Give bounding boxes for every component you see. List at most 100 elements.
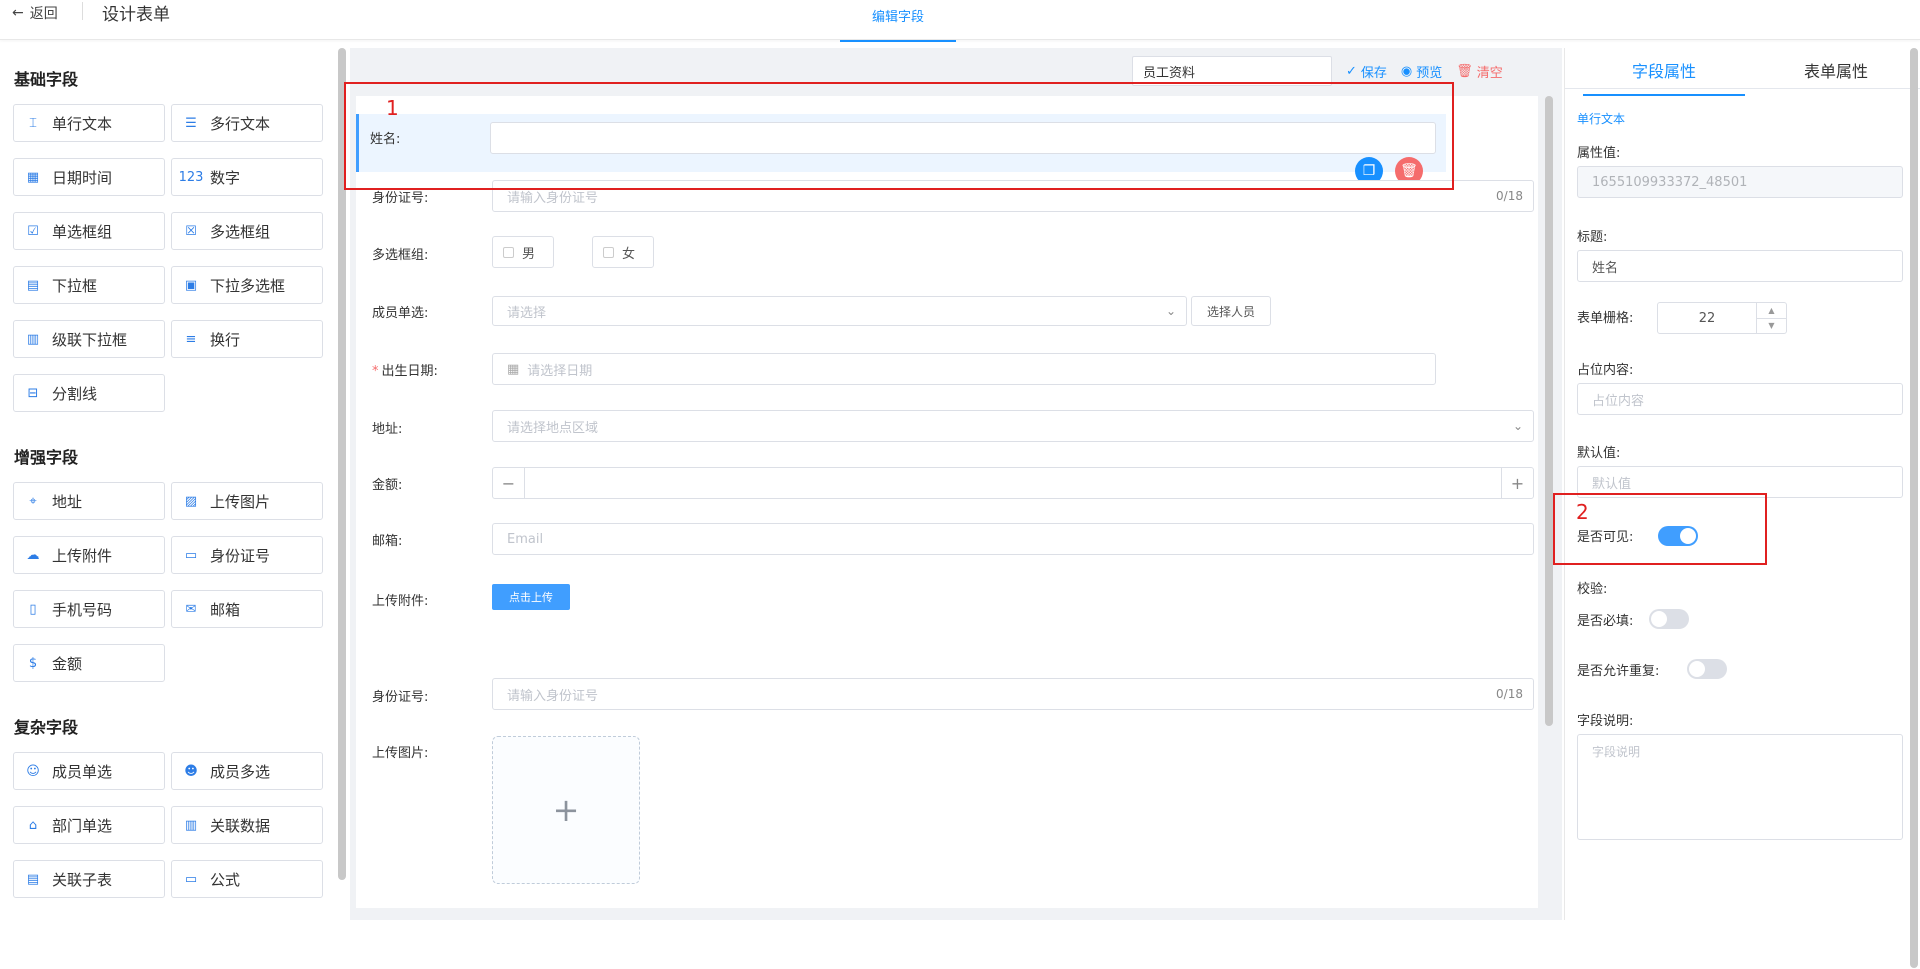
palette-item-label: 身份证号 xyxy=(210,546,271,565)
palette-item-upload-cloud[interactable]: ☁ 上传附件 xyxy=(13,536,165,574)
palette-item-label: 单选框组 xyxy=(52,222,113,241)
phone-icon: ▯ xyxy=(29,601,37,617)
palette-item-label: 数字 xyxy=(210,168,241,187)
address-select[interactable]: 请选择地点区域 ⌄ xyxy=(492,410,1534,442)
id-char-count: 0/18 xyxy=(1496,189,1523,203)
back-button[interactable]: ← 返回 xyxy=(12,3,58,23)
tab-form-properties[interactable]: 表单属性 xyxy=(1755,56,1917,96)
basic-fields-title: 基础字段 xyxy=(14,70,79,89)
grid-label: 表单栅格: xyxy=(1577,311,1634,326)
placeholder-input[interactable]: 占位内容 xyxy=(1577,383,1903,415)
canvas-scrollbar[interactable] xyxy=(1545,96,1553,726)
checkbox-male[interactable]: 男 xyxy=(492,236,554,268)
palette-item-checkbox[interactable]: ☑ 单选框组 xyxy=(13,212,165,250)
palette-item-dropdown-multi[interactable]: ▣ 下拉多选框 xyxy=(171,266,323,304)
minus-button[interactable]: − xyxy=(493,468,525,498)
description-textarea[interactable]: 字段说明 xyxy=(1577,734,1903,840)
grid-value: 22 xyxy=(1698,310,1716,326)
plus-icon: + xyxy=(552,791,580,829)
member-select[interactable]: 请选择 ⌄ xyxy=(492,296,1187,326)
chevron-down-icon: ⌄ xyxy=(1512,419,1523,433)
amount-stepper[interactable]: − + xyxy=(492,467,1534,499)
palette-item-formula[interactable]: ▭ 公式 xyxy=(171,860,323,898)
checkbox-female[interactable]: 女 xyxy=(592,236,654,268)
palette-item-divider[interactable]: ⊟ 分割线 xyxy=(13,374,165,412)
palette-item-label: 公式 xyxy=(210,870,241,889)
palette-item-multi-checkbox[interactable]: ☒ 多选框组 xyxy=(171,212,323,250)
preview-button[interactable]: ◉ 预览 xyxy=(1401,62,1442,81)
required-toggle[interactable] xyxy=(1649,609,1689,629)
image-upload-box[interactable]: + xyxy=(492,736,640,884)
chevron-up-icon[interactable]: ▲ xyxy=(1757,303,1786,319)
palette-item-label: 换行 xyxy=(210,330,241,349)
chevron-down-icon[interactable]: ▼ xyxy=(1757,319,1786,334)
chevron-down-icon: ⌄ xyxy=(1165,304,1176,318)
palette-item-user[interactable]: ☺ 成员单选 xyxy=(13,752,165,790)
check-icon: ✓ xyxy=(1346,63,1357,79)
tab-field-properties[interactable]: 字段属性 xyxy=(1583,56,1745,96)
palette-item-mail[interactable]: ✉ 邮箱 xyxy=(171,590,323,628)
palette-item-label: 成员多选 xyxy=(210,762,271,781)
user-icon: ☺ xyxy=(26,763,40,779)
save-button[interactable]: ✓ 保存 xyxy=(1346,62,1387,81)
palette-item-sub-table[interactable]: ▤ 关联子表 xyxy=(13,860,165,898)
attr-value-input[interactable]: 1655109933372_48501 xyxy=(1577,166,1903,198)
grid-stepper[interactable]: 22 ▲ ▼ xyxy=(1657,302,1787,334)
text-input-icon: ⌶ xyxy=(29,115,37,131)
palette-item-id-card[interactable]: ▭ 身份证号 xyxy=(171,536,323,574)
description-label: 字段说明: xyxy=(1577,714,1634,729)
validate-label: 校验: xyxy=(1577,582,1608,597)
palette-item-text-input[interactable]: ⌶ 单行文本 xyxy=(13,104,165,142)
palette-item-users[interactable]: ☻ 成员多选 xyxy=(171,752,323,790)
annotation-number-2: 2 xyxy=(1576,500,1589,524)
number-icon: 123 xyxy=(178,169,204,185)
palette-item-label: 金额 xyxy=(52,654,83,673)
palette-item-label: 上传图片 xyxy=(210,492,271,511)
palette-item-location[interactable]: ⌖ 地址 xyxy=(13,482,165,520)
calendar-icon: ▦ xyxy=(507,361,520,377)
palette-item-dropdown[interactable]: ▤ 下拉框 xyxy=(13,266,165,304)
tab-edit-fields[interactable]: 编辑字段 xyxy=(840,0,956,42)
duplicate-toggle[interactable] xyxy=(1687,659,1727,679)
palette-item-department[interactable]: ⌂ 部门单选 xyxy=(13,806,165,844)
select-member-button[interactable]: 选择人员 xyxy=(1191,296,1271,326)
properties-scrollbar[interactable] xyxy=(1910,48,1918,968)
mail-icon: ✉ xyxy=(185,601,197,617)
birth-date-picker[interactable]: ▦ 请选择日期 xyxy=(492,353,1436,385)
title-input[interactable]: 姓名 xyxy=(1577,250,1903,282)
clear-button[interactable]: 🗑 清空 xyxy=(1456,62,1503,81)
palette-item-link-data[interactable]: ▥ 关联数据 xyxy=(171,806,323,844)
palette-item-calendar[interactable]: ▦ 日期时间 xyxy=(13,158,165,196)
palette-item-label: 日期时间 xyxy=(52,168,113,187)
palette-item-phone[interactable]: ▯ 手机号码 xyxy=(13,590,165,628)
multi-checkbox-icon: ☒ xyxy=(185,223,197,239)
palette-item-label: 地址 xyxy=(52,492,83,511)
palette-item-line-break[interactable]: ≡ 换行 xyxy=(171,320,323,358)
palette-item-label: 级联下拉框 xyxy=(52,330,128,349)
upload-attachment-button[interactable]: 点击上传 xyxy=(492,584,570,610)
palette-item-label: 上传附件 xyxy=(52,546,113,565)
location-icon: ⌖ xyxy=(29,493,37,509)
annotation-box-1 xyxy=(344,82,1454,190)
birth-date-placeholder: 请选择日期 xyxy=(527,363,593,379)
trash-icon: 🗑 xyxy=(1456,63,1473,79)
palette-item-money-bag[interactable]: $ 金额 xyxy=(13,644,165,682)
required-mark: * xyxy=(372,364,379,379)
textarea-icon: ☰ xyxy=(185,115,197,131)
palette-item-image[interactable]: ▨ 上传图片 xyxy=(171,482,323,520)
palette-item-cascade[interactable]: ▥ 级联下拉框 xyxy=(13,320,165,358)
properties-panel: 字段属性 表单属性 单行文本 属性值: 1655109933372_48501 … xyxy=(1564,48,1920,920)
palette-item-label: 关联数据 xyxy=(210,816,271,835)
palette-item-number[interactable]: 123 数字 xyxy=(171,158,323,196)
email-input[interactable]: Email xyxy=(492,523,1534,555)
palette-item-label: 分割线 xyxy=(52,384,98,403)
palette-item-textarea[interactable]: ☰ 多行文本 xyxy=(171,104,323,142)
annotation-number-1: 1 xyxy=(386,96,399,120)
plus-button[interactable]: + xyxy=(1501,468,1533,498)
checkbox-male-label: 男 xyxy=(522,246,536,262)
department-icon: ⌂ xyxy=(28,817,38,833)
id2-input[interactable]: 请输入身份证号 0/18 xyxy=(492,678,1534,710)
enhanced-fields-title: 增强字段 xyxy=(14,448,79,467)
toggle-knob xyxy=(1651,611,1667,627)
calendar-icon: ▦ xyxy=(26,169,40,185)
